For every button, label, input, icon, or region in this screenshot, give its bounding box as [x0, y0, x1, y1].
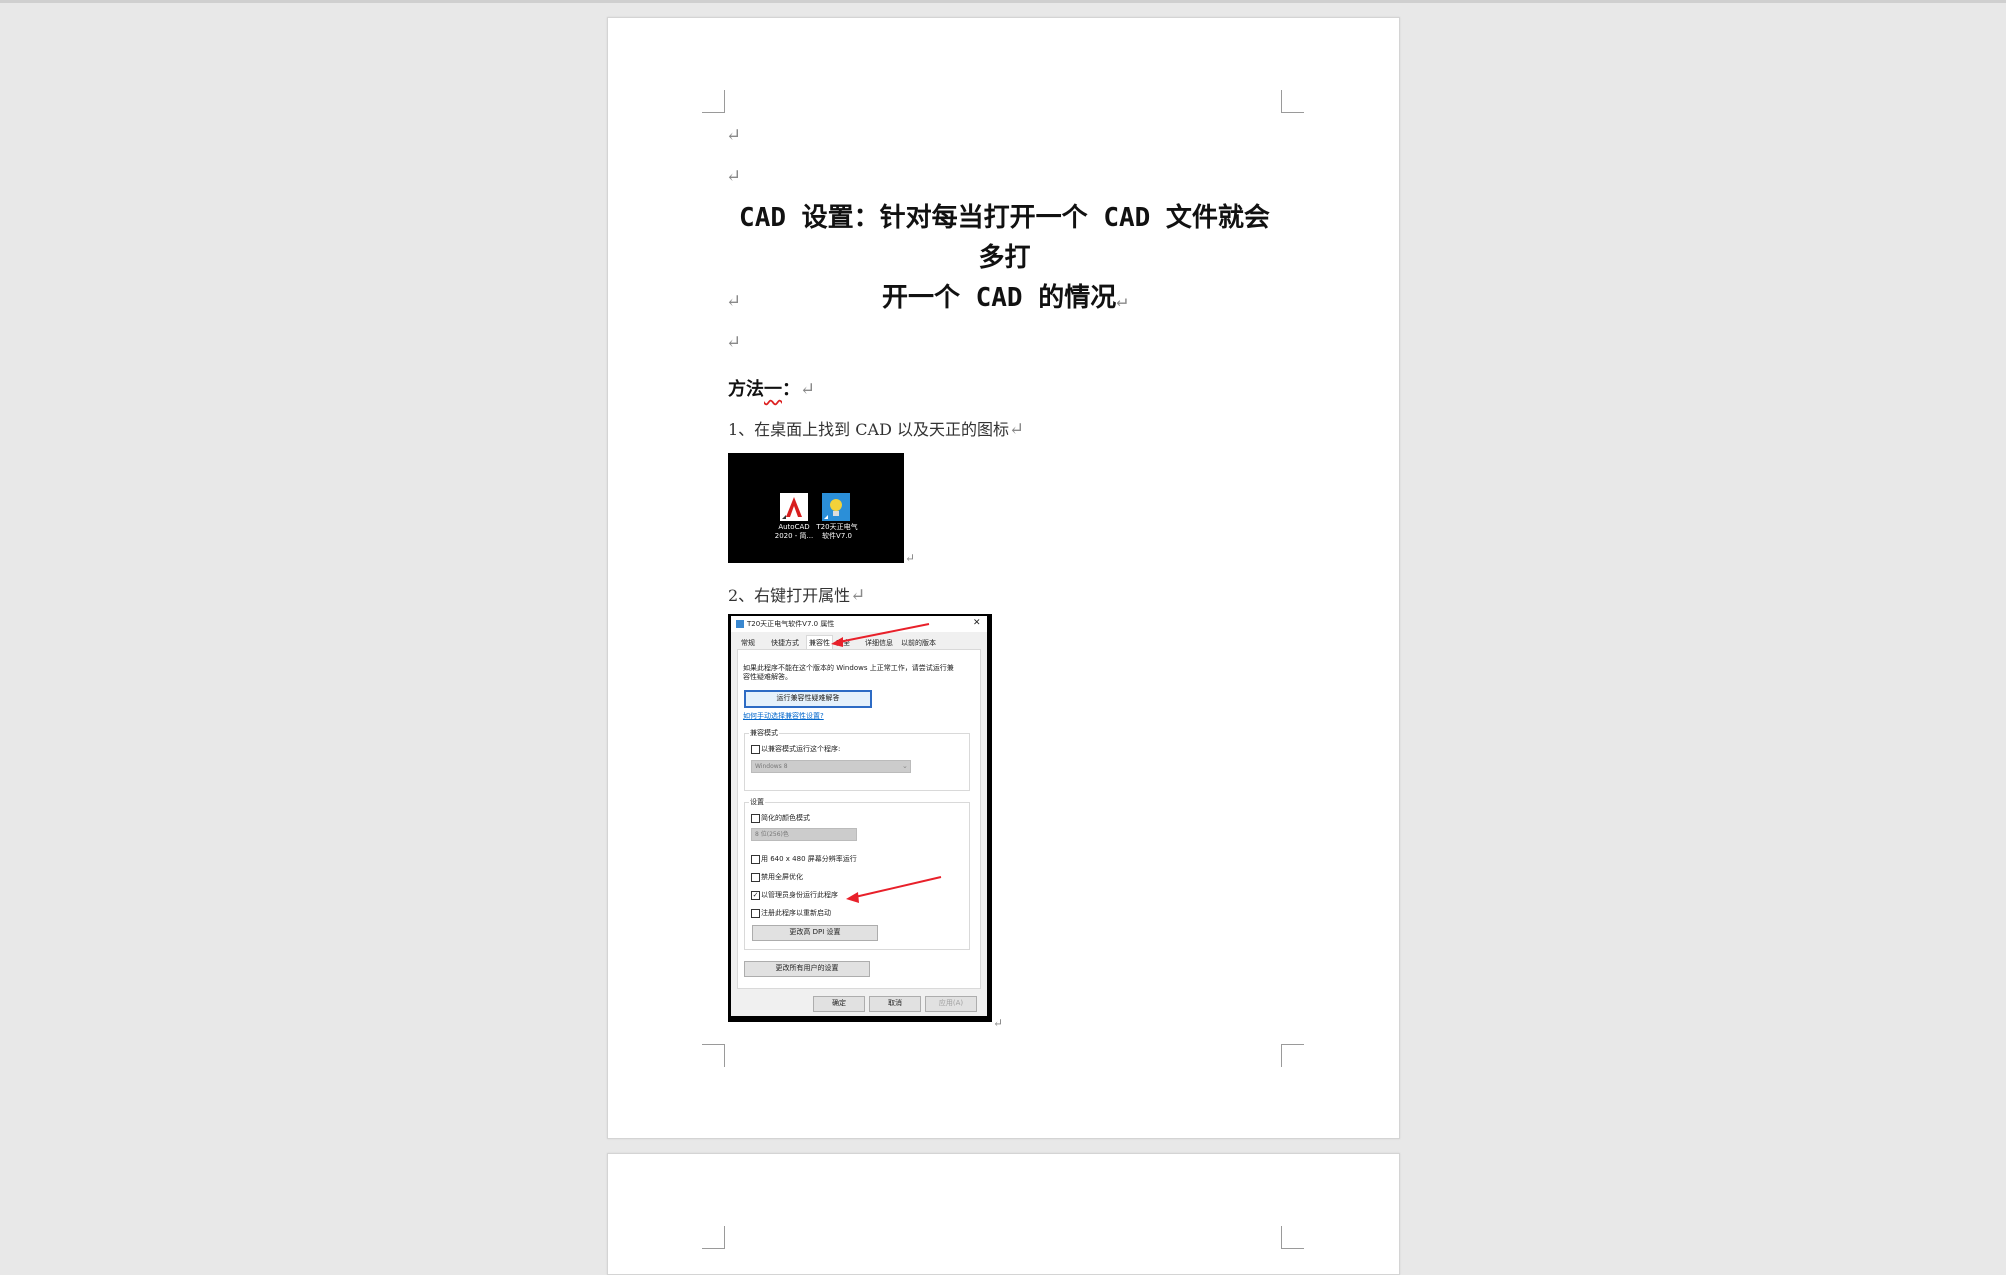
paragraph-mark: ↵ — [850, 585, 866, 606]
document-page-2 — [607, 1153, 1400, 1275]
paragraph-mark: ↵ — [993, 1016, 1004, 1030]
empty-paragraph-mark[interactable]: ↵ — [726, 292, 741, 312]
crop-mark-bottom-left — [702, 1044, 725, 1067]
crop-mark-top-left — [702, 90, 725, 113]
t20-label-line2: 软件V7.0 — [822, 532, 852, 540]
properties-window: T20天正电气软件V7.0 属性 ✕ 常规 快捷方式 兼容性 安全 详细信息 以… — [731, 616, 987, 1016]
crop-mark-top-right — [1281, 1226, 1304, 1249]
paragraph-mark: ↵ — [1008, 419, 1025, 440]
crop-mark-bottom-right — [1281, 1044, 1304, 1067]
autocad-label-line1: AutoCAD — [778, 523, 810, 531]
properties-dialog-screenshot[interactable]: T20天正电气软件V7.0 属性 ✕ 常规 快捷方式 兼容性 安全 详细信息 以… — [728, 614, 992, 1022]
t20-icon-label: T20天正电气 软件V7.0 — [814, 523, 860, 541]
t20-label-line1: T20天正电气 — [816, 523, 858, 531]
title-line-1: CAD 设置：针对每当打开一个 CAD 文件就会多打 — [739, 203, 1270, 273]
step-2-label: 2、右键打开属性 — [728, 586, 851, 605]
step-2-text[interactable]: 2、右键打开属性↵ — [728, 582, 865, 606]
empty-paragraph-mark[interactable]: ↵ — [726, 333, 741, 353]
spellcheck-underline: 一 — [764, 375, 782, 401]
arrow-to-compat-tab — [831, 623, 930, 647]
paragraph-mark: ↵ — [800, 379, 816, 400]
empty-paragraph-mark[interactable]: ↵ — [726, 167, 741, 187]
document-title[interactable]: CAD 设置：针对每当打开一个 CAD 文件就会多打 开一个 CAD 的情况↵ — [728, 198, 1281, 321]
desktop-icons-screenshot[interactable]: AutoCAD 2020 - 简... T20天正电气 软件V7.0 — [728, 453, 904, 563]
t20-electrical-icon — [822, 493, 850, 521]
title-line-2-text: 开一个 CAD 的情况 — [881, 283, 1117, 313]
arrow-to-run-as-admin — [846, 876, 942, 903]
autocad-icon — [780, 493, 808, 521]
autocad-label-line2: 2020 - 简... — [774, 532, 814, 540]
step-1-text[interactable]: 1、在桌面上找到 CAD 以及天正的图标↵ — [728, 416, 1024, 440]
crop-mark-top-left — [702, 1226, 725, 1249]
window-top-edge — [0, 0, 2006, 3]
title-line-2: 开一个 CAD 的情况↵ — [728, 278, 1281, 321]
paragraph-mark: ↵ — [1116, 290, 1128, 311]
annotation-arrows — [831, 623, 942, 903]
document-page-1: ↵ ↵ CAD 设置：针对每当打开一个 CAD 文件就会多打 开一个 CAD 的… — [607, 17, 1400, 1139]
method-heading[interactable]: 方法一：↵ 一 — [728, 375, 815, 401]
paragraph-mark: ↵ — [905, 551, 916, 565]
step-1-label: 1、在桌面上找到 CAD 以及天正的图标 — [728, 420, 1009, 439]
empty-paragraph-mark[interactable]: ↵ — [726, 126, 741, 146]
crop-mark-top-right — [1281, 90, 1304, 113]
autocad-icon-label: AutoCAD 2020 - 简... — [772, 523, 816, 541]
